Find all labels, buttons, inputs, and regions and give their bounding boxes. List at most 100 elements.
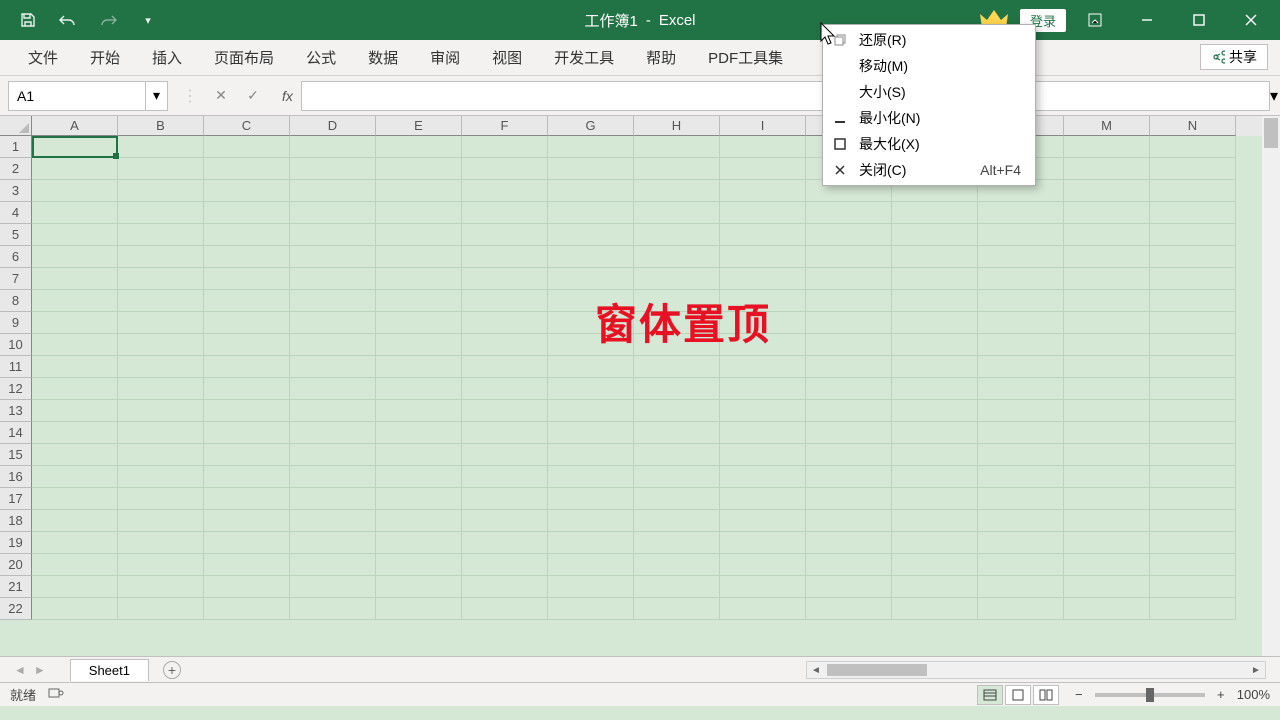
cell[interactable] [892, 422, 978, 444]
cell[interactable] [32, 202, 118, 224]
cell[interactable] [290, 510, 376, 532]
cell[interactable] [892, 466, 978, 488]
tab-layout[interactable]: 页面布局 [198, 40, 290, 76]
macro-record-icon[interactable] [48, 686, 64, 703]
cell[interactable] [634, 180, 720, 202]
row-header-13[interactable]: 13 [0, 400, 32, 422]
cell[interactable] [1064, 598, 1150, 620]
row-header-15[interactable]: 15 [0, 444, 32, 466]
cell[interactable] [806, 422, 892, 444]
cell[interactable] [634, 598, 720, 620]
cell[interactable] [548, 224, 634, 246]
normal-view-icon[interactable] [977, 685, 1003, 705]
cell[interactable] [290, 202, 376, 224]
cell[interactable] [290, 576, 376, 598]
cell[interactable] [376, 136, 462, 158]
ctx-maximize[interactable]: 最大化(X) [823, 131, 1035, 157]
cell[interactable] [548, 488, 634, 510]
cell[interactable] [32, 466, 118, 488]
cell[interactable] [32, 532, 118, 554]
cell[interactable] [118, 510, 204, 532]
cell[interactable] [548, 268, 634, 290]
cell[interactable] [634, 334, 720, 356]
cell[interactable] [204, 268, 290, 290]
row-header-18[interactable]: 18 [0, 510, 32, 532]
cell[interactable] [720, 202, 806, 224]
cell[interactable] [204, 576, 290, 598]
cell[interactable] [634, 554, 720, 576]
cell[interactable] [376, 378, 462, 400]
ctx-close[interactable]: 关闭(C) Alt+F4 [823, 157, 1035, 183]
cell[interactable] [118, 180, 204, 202]
cell[interactable] [1150, 224, 1236, 246]
cell[interactable] [892, 576, 978, 598]
cell[interactable] [290, 466, 376, 488]
formula-input[interactable] [301, 81, 1270, 111]
tab-developer[interactable]: 开发工具 [538, 40, 630, 76]
cell[interactable] [32, 554, 118, 576]
cell[interactable] [1064, 158, 1150, 180]
cell[interactable] [1064, 444, 1150, 466]
cell[interactable] [806, 202, 892, 224]
cell[interactable] [1150, 444, 1236, 466]
row-header-2[interactable]: 2 [0, 158, 32, 180]
cell[interactable] [548, 576, 634, 598]
cell[interactable] [892, 444, 978, 466]
cell[interactable] [204, 554, 290, 576]
row-header-12[interactable]: 12 [0, 378, 32, 400]
cell[interactable] [1064, 400, 1150, 422]
cell[interactable] [978, 532, 1064, 554]
cell[interactable] [376, 158, 462, 180]
cell[interactable] [720, 180, 806, 202]
cell[interactable] [1064, 576, 1150, 598]
cell[interactable] [548, 136, 634, 158]
cell[interactable] [118, 268, 204, 290]
cell[interactable] [290, 180, 376, 202]
cell[interactable] [462, 246, 548, 268]
cell-grid[interactable] [32, 136, 1262, 620]
cell[interactable] [118, 290, 204, 312]
cell[interactable] [290, 290, 376, 312]
cell[interactable] [720, 356, 806, 378]
cell[interactable] [1150, 136, 1236, 158]
undo-icon[interactable] [58, 10, 78, 30]
cell[interactable] [462, 422, 548, 444]
row-header-22[interactable]: 22 [0, 598, 32, 620]
cell[interactable] [806, 532, 892, 554]
cell[interactable] [892, 224, 978, 246]
row-header-16[interactable]: 16 [0, 466, 32, 488]
cell[interactable] [204, 488, 290, 510]
cell[interactable] [634, 312, 720, 334]
select-all-corner[interactable] [0, 116, 32, 136]
cell[interactable] [806, 312, 892, 334]
cell[interactable] [892, 488, 978, 510]
vertical-scrollbar[interactable] [1262, 116, 1280, 656]
cell[interactable] [32, 290, 118, 312]
cell[interactable] [290, 334, 376, 356]
tab-formulas[interactable]: 公式 [290, 40, 352, 76]
cell[interactable] [118, 488, 204, 510]
cell[interactable] [1150, 488, 1236, 510]
cell[interactable] [720, 422, 806, 444]
cell[interactable] [634, 488, 720, 510]
cell[interactable] [1064, 268, 1150, 290]
ctx-minimize[interactable]: 最小化(N) [823, 105, 1035, 131]
cell[interactable] [806, 378, 892, 400]
cell[interactable] [290, 136, 376, 158]
cell[interactable] [720, 246, 806, 268]
cell[interactable] [720, 290, 806, 312]
tab-review[interactable]: 审阅 [414, 40, 476, 76]
cell[interactable] [32, 378, 118, 400]
cell[interactable] [118, 554, 204, 576]
cell[interactable] [892, 290, 978, 312]
cell[interactable] [892, 312, 978, 334]
cell[interactable] [32, 400, 118, 422]
cell[interactable] [118, 312, 204, 334]
row-header-1[interactable]: 1 [0, 136, 32, 158]
cell[interactable] [118, 576, 204, 598]
cell[interactable] [720, 400, 806, 422]
cell[interactable] [892, 268, 978, 290]
cell[interactable] [290, 268, 376, 290]
cell[interactable] [892, 202, 978, 224]
tab-help[interactable]: 帮助 [630, 40, 692, 76]
